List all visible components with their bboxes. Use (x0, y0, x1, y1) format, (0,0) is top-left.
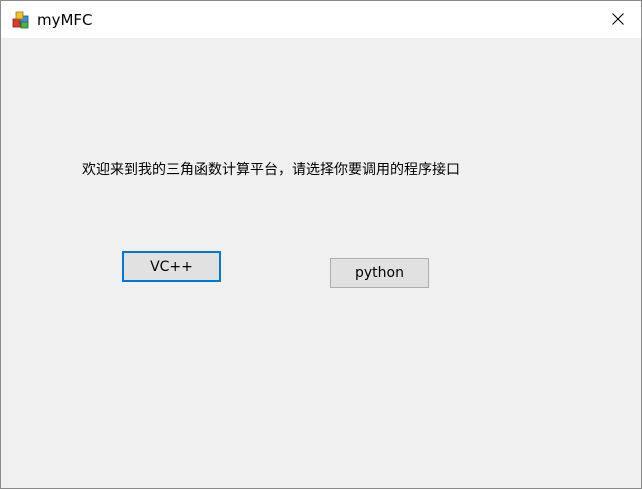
close-icon (612, 10, 624, 29)
app-window: myMFC 欢迎来到我的三角函数计算平台，请选择你要调用的程序接口 VC++ p… (0, 0, 642, 489)
vc-button[interactable]: VC++ (122, 251, 221, 282)
title-bar[interactable]: myMFC (1, 1, 641, 38)
app-icon (11, 10, 31, 30)
welcome-label: 欢迎来到我的三角函数计算平台，请选择你要调用的程序接口 (82, 162, 460, 178)
dialog-client-area: 欢迎来到我的三角函数计算平台，请选择你要调用的程序接口 VC++ python (1, 38, 641, 488)
close-button[interactable] (595, 1, 641, 38)
window-title: myMFC (37, 11, 93, 29)
python-button[interactable]: python (330, 258, 429, 288)
